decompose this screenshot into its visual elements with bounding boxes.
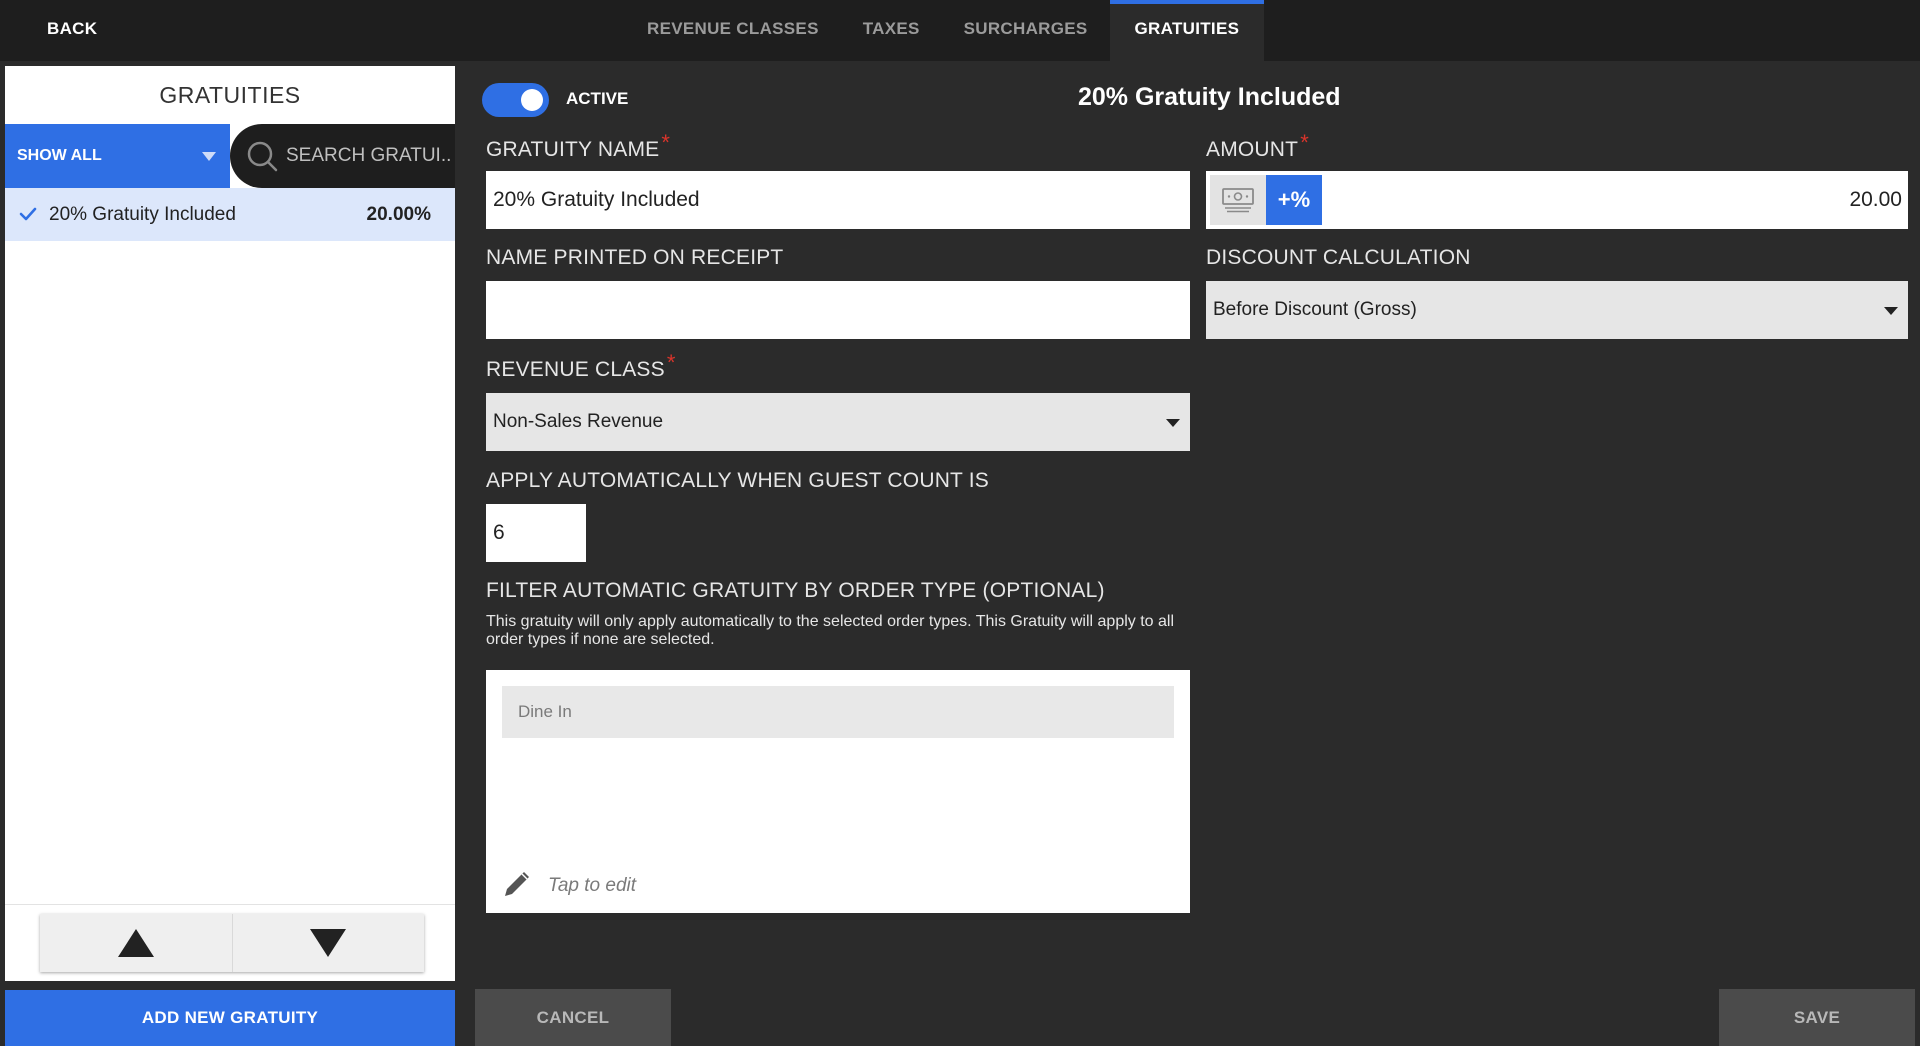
divider (5, 904, 455, 905)
discount-calculation-dropdown[interactable]: Before Discount (Gross) (1206, 281, 1908, 339)
revenue-class-value: Non-Sales Revenue (493, 411, 664, 432)
reorder-controls (40, 914, 424, 972)
top-bar: BACK REVENUE CLASSES TAXES SURCHARGES GR… (0, 0, 1920, 61)
required-marker: * (1300, 130, 1309, 155)
filter-label: SHOW ALL (17, 147, 102, 164)
money-icon (1222, 188, 1254, 213)
checkmark-icon (19, 207, 37, 221)
cancel-button[interactable]: CANCEL (475, 989, 671, 1046)
order-type-help-text: This gratuity will only apply automatica… (486, 613, 1175, 648)
move-down-button[interactable] (232, 914, 424, 972)
toggle-knob (521, 89, 543, 111)
required-marker: * (661, 130, 671, 155)
caret-down-icon (1166, 419, 1180, 427)
order-type-selector[interactable]: Dine In Tap to edit (486, 670, 1190, 913)
percent-toggle[interactable]: +% (1266, 175, 1322, 225)
settings-tabs: REVENUE CLASSES TAXES SURCHARGES GRATUIT… (625, 0, 1265, 61)
discount-calculation-value: Before Discount (Gross) (1213, 299, 1417, 320)
gratuity-list-panel: GRATUITIES SHOW ALL 20% Gratuity Include… (5, 66, 455, 981)
revenue-class-dropdown[interactable]: Non-Sales Revenue (486, 393, 1190, 451)
receipt-name-label: NAME PRINTED ON RECEIPT (486, 246, 784, 269)
search-input[interactable] (286, 138, 450, 174)
gratuity-name-label: GRATUITY NAME* (486, 130, 671, 161)
show-all-filter-dropdown[interactable]: SHOW ALL (5, 124, 230, 188)
active-label: ACTIVE (566, 89, 629, 108)
pencil-icon (505, 872, 529, 896)
order-type-chip: Dine In (502, 686, 1174, 738)
caret-down-icon (202, 152, 216, 161)
list-item-gratuity[interactable]: 20% Gratuity Included 20.00% (5, 188, 455, 241)
tap-to-edit-hint: Tap to edit (548, 875, 637, 896)
fixed-amount-toggle[interactable] (1210, 175, 1266, 225)
arrow-down-icon (310, 929, 347, 957)
gratuity-name-input[interactable] (486, 171, 1190, 229)
arrow-up-icon (117, 929, 154, 957)
receipt-name-input[interactable] (486, 281, 1190, 339)
gratuity-item-percent: 20.00% (366, 204, 431, 225)
tab-revenue-classes[interactable]: REVENUE CLASSES (625, 0, 841, 61)
active-toggle[interactable] (482, 83, 549, 117)
tab-taxes[interactable]: TAXES (841, 0, 942, 61)
record-title: 20% Gratuity Included (1078, 83, 1341, 111)
order-type-filter-label: FILTER AUTOMATIC GRATUITY BY ORDER TYPE … (486, 579, 1105, 602)
amount-input[interactable] (1344, 171, 1904, 229)
save-button[interactable]: SAVE (1719, 989, 1915, 1046)
required-marker: * (666, 350, 676, 375)
add-new-gratuity-button[interactable]: ADD NEW GRATUITY (5, 990, 455, 1046)
search-icon (247, 141, 278, 172)
move-up-button[interactable] (40, 914, 233, 972)
guest-count-input[interactable] (486, 504, 586, 562)
sidebar-title: GRATUITIES (159, 82, 301, 108)
gratuity-item-name: 20% Gratuity Included (49, 204, 236, 225)
caret-down-icon (1884, 307, 1898, 315)
revenue-class-label: REVENUE CLASS* (486, 350, 676, 381)
guest-count-label: APPLY AUTOMATICALLY WHEN GUEST COUNT IS (486, 469, 989, 492)
amount-field: +% (1206, 171, 1908, 229)
search-box (230, 124, 455, 188)
tab-gratuities[interactable]: GRATUITIES (1109, 0, 1265, 61)
amount-label: AMOUNT* (1206, 130, 1309, 161)
tab-surcharges[interactable]: SURCHARGES (942, 0, 1110, 61)
back-button[interactable]: BACK (47, 0, 97, 61)
discount-calculation-label: DISCOUNT CALCULATION (1206, 246, 1471, 269)
